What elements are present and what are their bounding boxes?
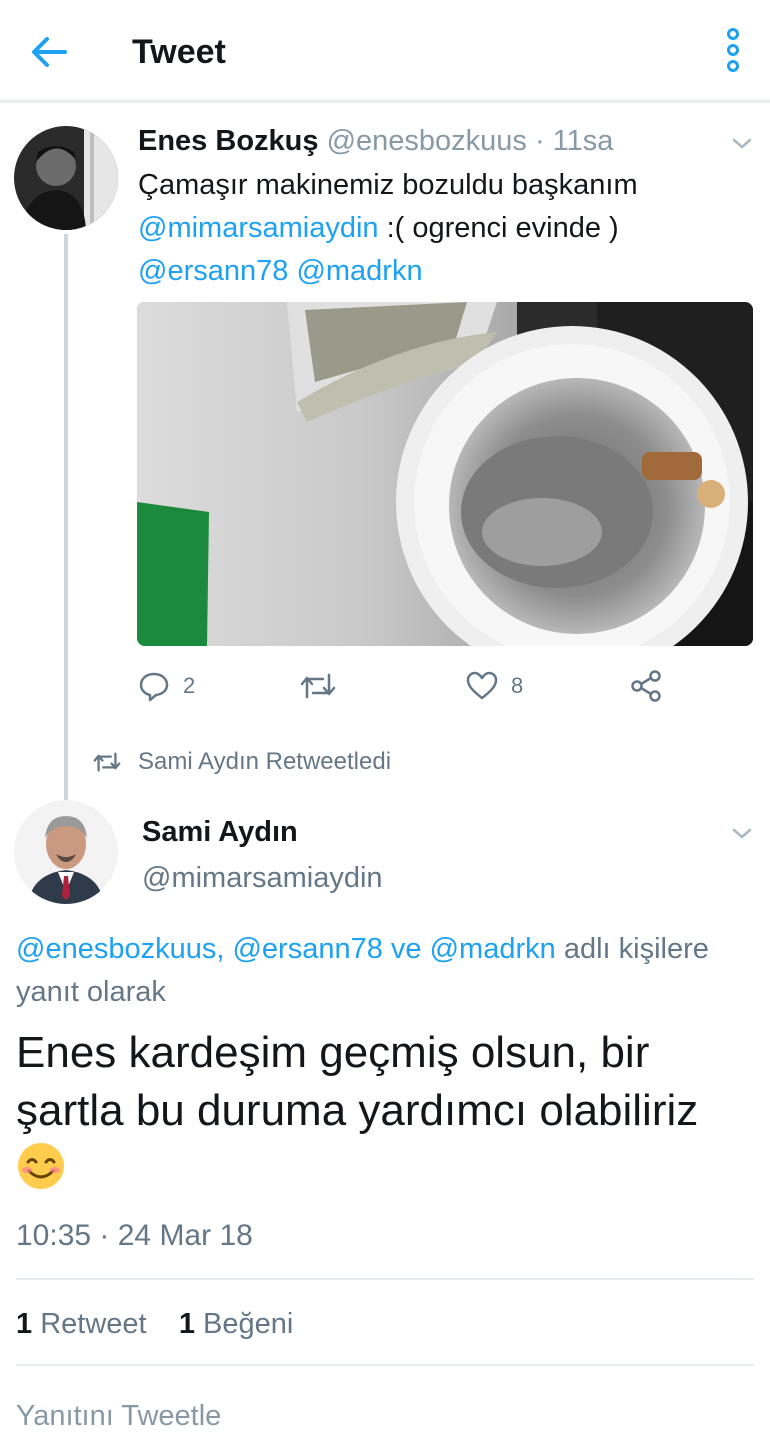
mention-link[interactable]: @ersann78 <box>232 933 382 965</box>
share-button[interactable] <box>629 664 663 708</box>
tweet-body: Enes kardeşim geçmiş olsun, bir şartla b… <box>16 1028 699 1135</box>
heart-icon <box>466 671 498 700</box>
reply-button[interactable]: 2 <box>137 664 195 708</box>
author-name[interactable]: Enes Bozkuş <box>138 125 319 157</box>
like-label: Beğeni <box>203 1308 294 1340</box>
retweet-icon <box>300 673 336 699</box>
mention-link[interactable]: @mimarsamiaydin <box>138 212 379 244</box>
reply-count: 2 <box>183 673 196 698</box>
divider <box>16 1278 754 1280</box>
tweet-text-line: :( ogrenci evinde ) <box>378 212 619 244</box>
mention-link[interactable]: @enesbozkuus, <box>16 933 224 965</box>
thread-line <box>64 234 68 802</box>
tweet-time: · 11sa <box>534 125 614 157</box>
reply-icon <box>139 672 169 702</box>
retweet-button[interactable] <box>299 664 337 708</box>
tweet-stats: 1 Retweet 1 Beğeni <box>16 1302 293 1346</box>
author-handle[interactable]: @mimarsamiaydin <box>142 858 383 898</box>
retweet-context-text[interactable]: Sami Aydın Retweetledi <box>138 748 391 776</box>
back-button[interactable] <box>22 28 76 76</box>
divider <box>16 1364 754 1366</box>
avatar[interactable] <box>14 126 118 230</box>
reply-conjunction: ve <box>390 933 422 965</box>
mention-link[interactable]: @ersann78 <box>138 255 288 287</box>
tweet-media-image[interactable] <box>137 302 753 646</box>
arrow-left-icon <box>32 37 67 67</box>
tweet-timestamp[interactable]: 10:35 · 24 Mar 18 <box>16 1214 253 1258</box>
retweet-count: 1 <box>16 1308 33 1340</box>
tweet-actions: 2 8 <box>137 664 737 708</box>
page-title: Tweet <box>132 33 226 71</box>
like-stat[interactable]: 1 Beğeni <box>179 1308 294 1340</box>
like-button[interactable]: 8 <box>465 664 523 708</box>
vertical-dots-icon <box>727 28 739 72</box>
like-count: 1 <box>178 1308 195 1340</box>
author-handle[interactable]: @enesbozkuus <box>327 125 527 157</box>
share-icon <box>631 670 661 702</box>
more-options-button[interactable] <box>718 24 748 76</box>
replying-to: @enesbozkuus, @ersann78 ve @madrkn adlı … <box>16 928 736 1014</box>
retweet-context: Sami Aydın Retweetledi <box>92 742 391 782</box>
like-count: 8 <box>511 673 524 698</box>
smiling-face-emoji-icon <box>18 1143 64 1189</box>
tweet-text-line: Çamaşır makinemiz bozuldu başkanım <box>138 169 638 201</box>
reply-input[interactable]: Yanıtını Tweetle <box>16 1394 221 1438</box>
retweet-stat[interactable]: 1 Retweet <box>16 1308 147 1340</box>
chevron-down-icon[interactable] <box>728 134 756 154</box>
avatar[interactable] <box>14 800 118 904</box>
mention-link[interactable]: @madrkn <box>296 255 422 287</box>
chevron-down-icon[interactable] <box>728 824 756 844</box>
author-name[interactable]: Sami Aydın <box>142 812 298 852</box>
header-divider <box>0 100 770 103</box>
retweet-icon <box>93 752 121 772</box>
tweet-text: Enes kardeşim geçmiş olsun, bir şartla b… <box>16 1024 736 1198</box>
mention-link[interactable]: @madrkn <box>430 933 556 965</box>
retweet-label: Retweet <box>40 1308 147 1340</box>
top-bar: Tweet <box>0 0 770 100</box>
tweet-text: Çamaşır makinemiz bozuldu başkanım @mima… <box>138 164 738 293</box>
tweet-header: Enes Bozkuş @enesbozkuus · 11sa <box>138 122 613 160</box>
